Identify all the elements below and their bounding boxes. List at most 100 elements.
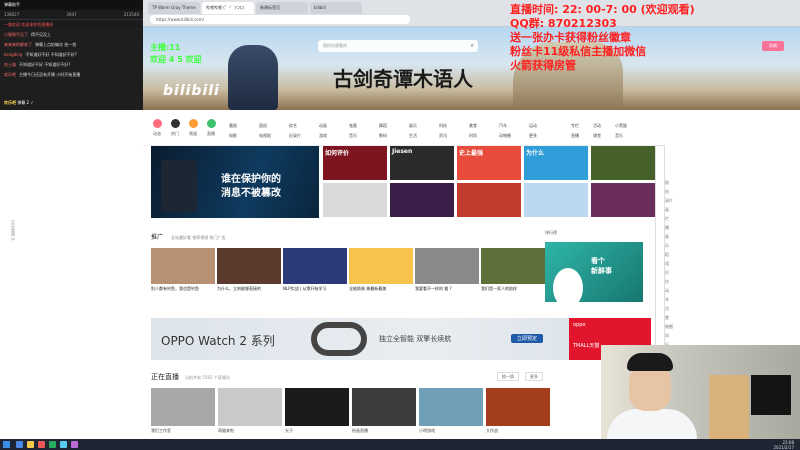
video-thumbnail[interactable]: 如何评价 <box>323 146 387 180</box>
category-link[interactable]: 资讯 <box>439 133 447 139</box>
nav-label[interactable]: 动态 <box>147 131 167 137</box>
video-title[interactable]: 我们是一家人的陪伴 <box>481 286 545 292</box>
category-link[interactable]: 综艺 <box>289 123 297 129</box>
category-scroll-nav[interactable] <box>655 145 665 350</box>
live-icon[interactable] <box>207 119 216 128</box>
video-cover[interactable] <box>151 248 215 284</box>
video-thumbnail[interactable] <box>591 146 655 180</box>
nav-extra[interactable]: 活动 <box>593 123 601 129</box>
live-cover[interactable] <box>285 388 349 426</box>
live-card[interactable]: 我们工作室 <box>151 388 215 434</box>
hot-icon[interactable] <box>171 119 180 128</box>
nav-extra[interactable]: 专栏 <box>571 123 579 129</box>
video-thumbnail[interactable] <box>591 183 655 217</box>
app-icon[interactable] <box>71 441 78 448</box>
live-card[interactable]: 光子 <box>285 388 349 434</box>
live-title[interactable]: 小明游戏 <box>419 428 483 434</box>
category-link[interactable]: 科技 <box>439 123 447 129</box>
live-cover[interactable] <box>419 388 483 426</box>
category-link[interactable]: 娱乐 <box>409 123 417 129</box>
live-title[interactable]: 萌猫来啦 <box>218 428 282 434</box>
video-thumbnail[interactable] <box>390 183 454 217</box>
video-title[interactable]: NLP实战 | 从零开始学习 <box>283 286 347 292</box>
refresh-button[interactable]: 换一换 <box>497 372 519 381</box>
search-input[interactable]: 搜你所想看的 ⌕ <box>318 40 478 52</box>
nav-label[interactable]: 直播 <box>201 131 221 137</box>
video-cover[interactable] <box>415 248 479 284</box>
nav-label[interactable]: 频道 <box>183 131 203 137</box>
live-title[interactable]: 绘画直播 <box>352 428 416 434</box>
category-link[interactable]: 纪录片 <box>289 133 301 139</box>
nav-extra[interactable]: 音乐 <box>615 133 623 139</box>
live-cover[interactable] <box>151 388 215 426</box>
category-link[interactable]: 电影 <box>229 133 237 139</box>
edge-icon[interactable] <box>16 441 23 448</box>
rank-panel[interactable]: 排行榜 看个 新鲜事 <box>545 230 643 308</box>
live-title[interactable]: 我们工作室 <box>151 428 215 434</box>
category-link[interactable]: 生活 <box>409 133 417 139</box>
category-link[interactable]: 时尚 <box>469 133 477 139</box>
hero-carousel[interactable]: 谁在保护你的 消息不被篡改 <box>151 146 319 218</box>
category-link[interactable]: 数码 <box>379 133 387 139</box>
nav-extra[interactable]: 小黑屋 <box>615 123 627 129</box>
video-title[interactable]: 为什么，立刻能够直接的 <box>217 286 281 292</box>
video-card[interactable]: 全能换装 做最新最美 <box>349 248 413 292</box>
category-link[interactable]: 游戏 <box>319 133 327 139</box>
category-link[interactable]: 动物圈 <box>499 133 511 139</box>
nav-extra[interactable]: 直播 <box>571 133 579 139</box>
bilibili-logo[interactable]: bilibili <box>163 83 220 99</box>
start-icon[interactable] <box>3 441 10 448</box>
video-title[interactable]: 别人都有钓鱼，我也是钓鱼 <box>151 286 215 292</box>
taskbar-clock[interactable]: 23:08 2021/2/17 <box>773 440 794 450</box>
live-cover[interactable] <box>352 388 416 426</box>
app-icon[interactable] <box>49 441 56 448</box>
folder-icon[interactable] <box>27 441 34 448</box>
video-card[interactable]: 为什么，立刻能够直接的 <box>217 248 281 292</box>
category-link[interactable]: 美食 <box>469 123 477 129</box>
upload-button[interactable]: 投稿 <box>762 41 784 51</box>
live-cover[interactable] <box>218 388 282 426</box>
video-thumbnail[interactable]: Jiesen <box>390 146 454 180</box>
live-cover[interactable] <box>486 388 550 426</box>
video-thumbnail[interactable] <box>457 183 521 217</box>
category-link[interactable]: 运动 <box>529 123 537 129</box>
category-link[interactable]: 舞蹈 <box>379 123 387 129</box>
nav-label[interactable]: 热门 <box>165 131 185 137</box>
channel-icon[interactable] <box>189 119 198 128</box>
video-card[interactable]: 别人都有钓鱼，我也是钓鱼 <box>151 248 215 292</box>
video-title[interactable]: 全能换装 做最新最美 <box>349 286 413 292</box>
live-title[interactable]: 光子 <box>285 428 349 434</box>
category-link[interactable]: 国创 <box>259 123 267 129</box>
live-card[interactable]: 萌猫来啦 <box>218 388 282 434</box>
video-card[interactable]: 我要看不一样的 猫 ? <box>415 248 479 292</box>
video-thumbnail[interactable]: 史上最强 <box>457 146 521 180</box>
live-card[interactable]: 大作战 <box>486 388 550 434</box>
dynamic-icon[interactable] <box>153 119 162 128</box>
category-link[interactable]: 鬼畜 <box>349 123 357 129</box>
app-icon[interactable] <box>38 441 45 448</box>
live-card[interactable]: 小明游戏 <box>419 388 483 434</box>
video-card[interactable]: NLP实战 | 从零开始学习 <box>283 248 347 292</box>
video-cover[interactable] <box>283 248 347 284</box>
video-cover[interactable] <box>349 248 413 284</box>
category-link[interactable]: 动画 <box>319 123 327 129</box>
category-link[interactable]: 电视剧 <box>259 133 271 139</box>
category-link[interactable]: 番剧 <box>229 123 237 129</box>
video-cover[interactable] <box>481 248 545 284</box>
address-bar[interactable]: https://www.bilibili.com/ <box>150 15 410 24</box>
video-thumbnail[interactable] <box>323 183 387 217</box>
browser-tab-active[interactable]: 哔哩哔哩 (゜-゜)つロ <box>202 2 254 14</box>
advert-banner[interactable]: OPPO Watch 2 系列 独立全智能 双擎长续航 立即预定 oppo TM… <box>151 318 651 360</box>
search-icon[interactable]: ⌕ <box>471 42 474 50</box>
nav-extra[interactable]: 课堂 <box>593 133 601 139</box>
live-title[interactable]: 大作战 <box>486 428 550 434</box>
category-link[interactable]: 音乐 <box>349 133 357 139</box>
video-title[interactable]: 我要看不一样的 猫 ? <box>415 286 479 292</box>
browser-tab[interactable]: bilibili <box>310 2 362 14</box>
more-button[interactable]: 更多 <box>525 372 543 381</box>
category-link[interactable]: 汽车 <box>499 123 507 129</box>
browser-tab[interactable]: TP Warm Gray Theme <box>148 2 200 14</box>
preorder-button[interactable]: 立即预定 <box>511 334 544 343</box>
browser-tab[interactable]: 新建标签页 <box>256 2 308 14</box>
video-card[interactable]: 我们是一家人的陪伴 <box>481 248 545 292</box>
